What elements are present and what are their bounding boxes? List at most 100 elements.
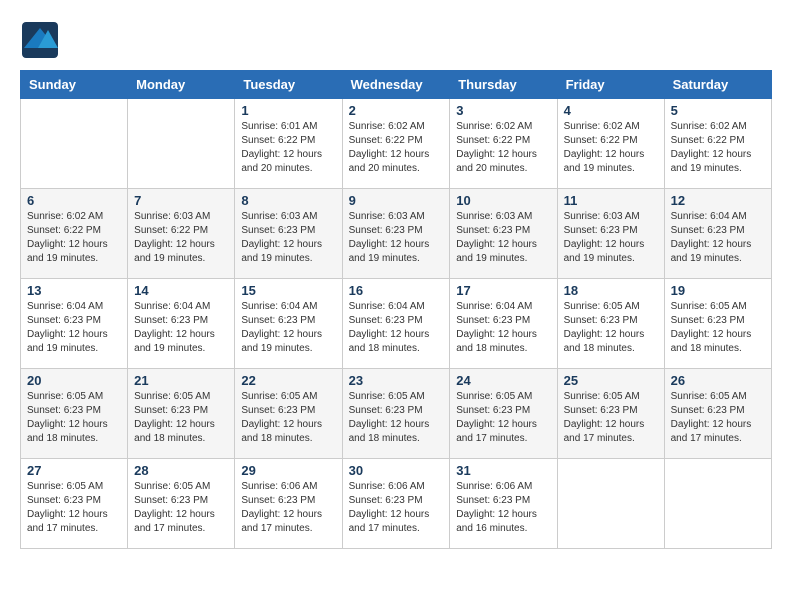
logo bbox=[20, 20, 64, 60]
calendar-day-header: Wednesday bbox=[342, 71, 450, 99]
day-info: Sunrise: 6:05 AM Sunset: 6:23 PM Dayligh… bbox=[671, 390, 765, 446]
day-info: Sunrise: 6:02 AM Sunset: 6:22 PM Dayligh… bbox=[456, 120, 550, 176]
calendar-day-cell: 10 Sunrise: 6:03 AM Sunset: 6:23 PM Dayli… bbox=[450, 189, 557, 279]
calendar-day-cell: 16Sunrise: 6:04 AM Sunset: 6:23 PM Dayli… bbox=[342, 279, 450, 369]
day-number: 14 bbox=[134, 283, 228, 298]
calendar-day-header: Sunday bbox=[21, 71, 128, 99]
calendar-day-cell: 26Sunrise: 6:05 AM Sunset: 6:23 PM Dayli… bbox=[664, 369, 771, 459]
calendar-day-cell: 5Sunrise: 6:02 AM Sunset: 6:22 PM Daylig… bbox=[664, 99, 771, 189]
calendar-week-row: 6 Sunrise: 6:02 AM Sunset: 6:22 PM Daylig… bbox=[21, 189, 772, 279]
calendar-week-row: 27Sunrise: 6:05 AM Sunset: 6:23 PM Dayli… bbox=[21, 459, 772, 549]
day-info: Sunrise: 6:02 AM Sunset: 6:22 PM Dayligh… bbox=[349, 120, 444, 176]
calendar-day-cell: 22 Sunrise: 6:05 AM Sunset: 6:23 PM Dayli… bbox=[235, 369, 342, 459]
day-info: Sunrise: 6:05 AM Sunset: 6:23 PM Dayligh… bbox=[241, 390, 335, 446]
day-info: Sunrise: 6:03 AM Sunset: 6:23 PM Dayligh… bbox=[564, 210, 658, 266]
calendar-day-cell: 11 Sunrise: 6:03 AM Sunset: 6:23 PM Dayli… bbox=[557, 189, 664, 279]
day-number: 5 bbox=[671, 103, 765, 118]
calendar-day-header: Friday bbox=[557, 71, 664, 99]
day-info: Sunrise: 6:05 AM Sunset: 6:23 PM Dayligh… bbox=[671, 300, 765, 356]
day-number: 4 bbox=[564, 103, 658, 118]
day-number: 1 bbox=[241, 103, 335, 118]
calendar-day-cell: 24 Sunrise: 6:05 AM Sunset: 6:23 PM Dayli… bbox=[450, 369, 557, 459]
day-info: Sunrise: 6:05 AM Sunset: 6:23 PM Dayligh… bbox=[134, 390, 228, 446]
calendar-day-header: Tuesday bbox=[235, 71, 342, 99]
calendar-day-cell: 20 Sunrise: 6:05 AM Sunset: 6:23 PM Dayli… bbox=[21, 369, 128, 459]
calendar-day-cell bbox=[128, 99, 235, 189]
day-info: Sunrise: 6:05 AM Sunset: 6:23 PM Dayligh… bbox=[564, 300, 658, 356]
calendar-week-row: 20 Sunrise: 6:05 AM Sunset: 6:23 PM Dayli… bbox=[21, 369, 772, 459]
day-number: 7 bbox=[134, 193, 228, 208]
calendar-day-cell: 3Sunrise: 6:02 AM Sunset: 6:22 PM Daylig… bbox=[450, 99, 557, 189]
day-info: Sunrise: 6:04 AM Sunset: 6:23 PM Dayligh… bbox=[134, 300, 228, 356]
day-number: 25 bbox=[564, 373, 658, 388]
day-info: Sunrise: 6:03 AM Sunset: 6:23 PM Dayligh… bbox=[349, 210, 444, 266]
day-info: Sunrise: 6:02 AM Sunset: 6:22 PM Dayligh… bbox=[27, 210, 121, 266]
calendar-table: SundayMondayTuesdayWednesdayThursdayFrid… bbox=[20, 70, 772, 549]
day-number: 8 bbox=[241, 193, 335, 208]
calendar-day-cell: 23Sunrise: 6:05 AM Sunset: 6:23 PM Dayli… bbox=[342, 369, 450, 459]
day-number: 28 bbox=[134, 463, 228, 478]
day-number: 30 bbox=[349, 463, 444, 478]
day-number: 17 bbox=[456, 283, 550, 298]
day-number: 21 bbox=[134, 373, 228, 388]
calendar-week-row: 13 Sunrise: 6:04 AM Sunset: 6:23 PM Dayli… bbox=[21, 279, 772, 369]
calendar-day-cell: 1 Sunrise: 6:01 AM Sunset: 6:22 PM Daylig… bbox=[235, 99, 342, 189]
day-number: 12 bbox=[671, 193, 765, 208]
calendar-day-cell: 30Sunrise: 6:06 AM Sunset: 6:23 PM Dayli… bbox=[342, 459, 450, 549]
day-info: Sunrise: 6:04 AM Sunset: 6:23 PM Dayligh… bbox=[456, 300, 550, 356]
logo-icon bbox=[20, 20, 60, 60]
calendar-day-cell: 15 Sunrise: 6:04 AM Sunset: 6:23 PM Dayli… bbox=[235, 279, 342, 369]
page-header bbox=[20, 20, 772, 60]
calendar-day-cell: 6 Sunrise: 6:02 AM Sunset: 6:22 PM Daylig… bbox=[21, 189, 128, 279]
calendar-day-cell: 7 Sunrise: 6:03 AM Sunset: 6:22 PM Daylig… bbox=[128, 189, 235, 279]
day-number: 9 bbox=[349, 193, 444, 208]
day-info: Sunrise: 6:04 AM Sunset: 6:23 PM Dayligh… bbox=[241, 300, 335, 356]
day-info: Sunrise: 6:01 AM Sunset: 6:22 PM Dayligh… bbox=[241, 120, 335, 176]
day-number: 15 bbox=[241, 283, 335, 298]
calendar-week-row: 1 Sunrise: 6:01 AM Sunset: 6:22 PM Daylig… bbox=[21, 99, 772, 189]
day-info: Sunrise: 6:04 AM Sunset: 6:23 PM Dayligh… bbox=[671, 210, 765, 266]
day-info: Sunrise: 6:06 AM Sunset: 6:23 PM Dayligh… bbox=[456, 480, 550, 536]
day-info: Sunrise: 6:03 AM Sunset: 6:23 PM Dayligh… bbox=[456, 210, 550, 266]
day-number: 24 bbox=[456, 373, 550, 388]
day-number: 6 bbox=[27, 193, 121, 208]
day-info: Sunrise: 6:05 AM Sunset: 6:23 PM Dayligh… bbox=[134, 480, 228, 536]
calendar-day-cell bbox=[557, 459, 664, 549]
day-number: 18 bbox=[564, 283, 658, 298]
calendar-day-cell: 27Sunrise: 6:05 AM Sunset: 6:23 PM Dayli… bbox=[21, 459, 128, 549]
day-number: 20 bbox=[27, 373, 121, 388]
day-number: 13 bbox=[27, 283, 121, 298]
day-info: Sunrise: 6:02 AM Sunset: 6:22 PM Dayligh… bbox=[564, 120, 658, 176]
day-info: Sunrise: 6:05 AM Sunset: 6:23 PM Dayligh… bbox=[27, 390, 121, 446]
day-number: 10 bbox=[456, 193, 550, 208]
calendar-day-cell: 14 Sunrise: 6:04 AM Sunset: 6:23 PM Dayli… bbox=[128, 279, 235, 369]
day-info: Sunrise: 6:06 AM Sunset: 6:23 PM Dayligh… bbox=[241, 480, 335, 536]
calendar-day-header: Monday bbox=[128, 71, 235, 99]
day-info: Sunrise: 6:03 AM Sunset: 6:22 PM Dayligh… bbox=[134, 210, 228, 266]
calendar-day-cell: 29 Sunrise: 6:06 AM Sunset: 6:23 PM Dayli… bbox=[235, 459, 342, 549]
calendar-day-cell: 25 Sunrise: 6:05 AM Sunset: 6:23 PM Dayli… bbox=[557, 369, 664, 459]
calendar-day-cell bbox=[21, 99, 128, 189]
day-info: Sunrise: 6:04 AM Sunset: 6:23 PM Dayligh… bbox=[27, 300, 121, 356]
day-info: Sunrise: 6:05 AM Sunset: 6:23 PM Dayligh… bbox=[564, 390, 658, 446]
calendar-day-cell: 2Sunrise: 6:02 AM Sunset: 6:22 PM Daylig… bbox=[342, 99, 450, 189]
day-number: 29 bbox=[241, 463, 335, 478]
calendar-day-cell: 31Sunrise: 6:06 AM Sunset: 6:23 PM Dayli… bbox=[450, 459, 557, 549]
calendar-day-cell: 19 Sunrise: 6:05 AM Sunset: 6:23 PM Dayli… bbox=[664, 279, 771, 369]
calendar-day-cell: 21 Sunrise: 6:05 AM Sunset: 6:23 PM Dayli… bbox=[128, 369, 235, 459]
day-number: 19 bbox=[671, 283, 765, 298]
day-info: Sunrise: 6:05 AM Sunset: 6:23 PM Dayligh… bbox=[456, 390, 550, 446]
day-number: 11 bbox=[564, 193, 658, 208]
day-number: 22 bbox=[241, 373, 335, 388]
day-number: 16 bbox=[349, 283, 444, 298]
calendar-day-cell: 8 Sunrise: 6:03 AM Sunset: 6:23 PM Daylig… bbox=[235, 189, 342, 279]
calendar-day-cell: 9 Sunrise: 6:03 AM Sunset: 6:23 PM Daylig… bbox=[342, 189, 450, 279]
calendar-day-cell: 13 Sunrise: 6:04 AM Sunset: 6:23 PM Dayli… bbox=[21, 279, 128, 369]
day-info: Sunrise: 6:03 AM Sunset: 6:23 PM Dayligh… bbox=[241, 210, 335, 266]
calendar-day-header: Thursday bbox=[450, 71, 557, 99]
calendar-header-row: SundayMondayTuesdayWednesdayThursdayFrid… bbox=[21, 71, 772, 99]
calendar-day-cell bbox=[664, 459, 771, 549]
day-info: Sunrise: 6:05 AM Sunset: 6:23 PM Dayligh… bbox=[27, 480, 121, 536]
calendar-day-cell: 17 Sunrise: 6:04 AM Sunset: 6:23 PM Dayli… bbox=[450, 279, 557, 369]
calendar-day-cell: 18 Sunrise: 6:05 AM Sunset: 6:23 PM Dayli… bbox=[557, 279, 664, 369]
